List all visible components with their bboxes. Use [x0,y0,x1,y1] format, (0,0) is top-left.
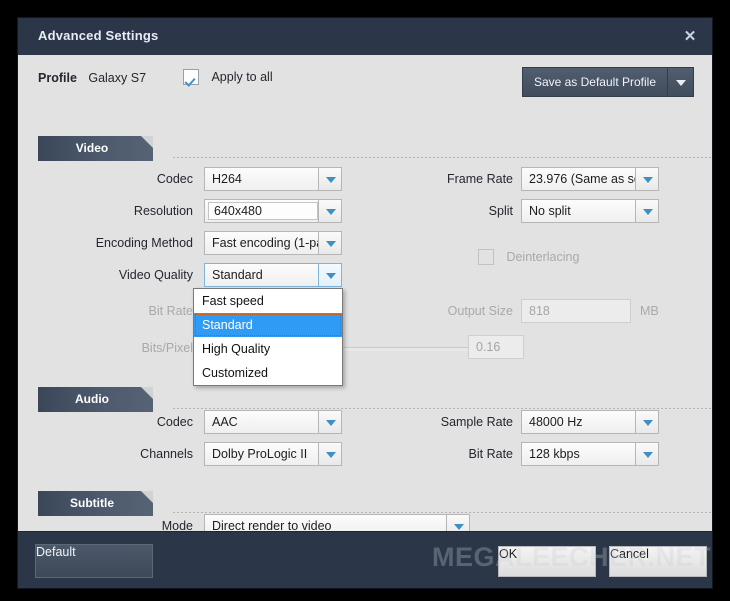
section-tab-video[interactable]: Video [38,136,153,161]
video-bitrate-label: Bit Rate [148,304,193,318]
video-resolution-label: Resolution [133,204,193,218]
screen: Advanced Settings ✕ Profile Galaxy S7 Ap… [0,0,730,601]
dropdown-option[interactable]: Fast speed [194,289,342,313]
output-size-field[interactable]: 818 [521,299,631,323]
chevron-down-icon[interactable] [318,442,342,466]
video-quality-combo[interactable]: Standard [204,263,342,287]
default-button[interactable]: Default [35,544,153,578]
section-tab-video-label: Video [75,141,109,155]
chevron-down-icon[interactable] [635,167,659,191]
dropdown-option[interactable]: High Quality [194,337,342,361]
apply-to-all-label: Apply to all [211,69,273,84]
save-default-profile-group: Save as Default Profile [521,67,694,97]
bits-pixel-field[interactable]: 0.16 [468,335,524,359]
section-tab-audio[interactable]: Audio [38,387,153,412]
split-combo[interactable]: No split [521,199,659,223]
section-subtitle: Subtitle [38,491,712,516]
audio-sample-rate-combo[interactable]: 48000 Hz [521,410,659,434]
dialog-footer: Default OK Cancel [18,531,712,588]
close-icon[interactable]: ✕ [676,24,704,50]
video-encoding-method-label: Encoding Method [95,236,193,250]
split-value: No split [521,199,635,223]
section-divider [173,408,712,409]
chevron-down-icon[interactable] [318,410,342,434]
section-tab-subtitle[interactable]: Subtitle [38,491,153,516]
audio-codec-combo[interactable]: AAC [204,410,342,434]
video-quality-dropdown-list[interactable]: Fast speed Standard High Quality Customi… [193,288,343,386]
section-divider [173,157,712,158]
audio-sample-rate-value: 48000 Hz [521,410,635,434]
save-default-profile-button[interactable]: Save as Default Profile [521,67,668,97]
video-encoding-method-combo[interactable]: Fast encoding (1-pass) [204,231,342,255]
section-video: Video [38,136,712,161]
audio-channels-label: Channels [140,447,193,461]
chevron-down-icon[interactable] [318,231,342,255]
profile-row: Profile Galaxy S7 [38,69,146,95]
audio-channels-value: Dolby ProLogic II [204,442,318,466]
audio-codec-label: Codec [156,415,193,429]
tab-fold-icon [141,491,153,503]
profile-value: Galaxy S7 [88,70,147,85]
deinterlacing-checkbox[interactable]: Deinterlacing [478,248,579,266]
chevron-down-icon[interactable] [318,167,342,191]
video-codec-value: H264 [204,167,318,191]
cancel-button[interactable]: Cancel [609,546,707,577]
window-title: Advanced Settings [38,28,159,43]
chevron-down-icon[interactable] [318,263,342,287]
ok-button[interactable]: OK [498,546,596,577]
audio-bitrate-label: Bit Rate [468,447,513,461]
frame-rate-combo[interactable]: 23.976 (Same as source) [521,167,659,191]
audio-codec-value: AAC [204,410,318,434]
dialog-body: Profile Galaxy S7 Apply to all Save as D… [18,55,712,551]
tab-fold-icon [141,387,153,399]
video-resolution-input[interactable]: 640x480 [208,202,318,220]
audio-channels-combo[interactable]: Dolby ProLogic II [204,442,342,466]
frame-rate-label: Frame Rate [447,172,513,186]
chevron-down-icon[interactable] [635,410,659,434]
deinterlacing-label: Deinterlacing [506,249,580,264]
advanced-settings-dialog: Advanced Settings ✕ Profile Galaxy S7 Ap… [18,18,712,588]
section-tab-audio-label: Audio [75,392,109,406]
apply-to-all-checkbox[interactable]: Apply to all [183,68,273,92]
chevron-down-icon[interactable] [318,199,342,223]
output-size-unit: MB [640,304,659,318]
profile-label: Profile [38,70,77,85]
split-label: Split [488,204,513,218]
video-encoding-method-value: Fast encoding (1-pass) [204,231,318,255]
dropdown-option[interactable]: Customized [194,361,342,385]
video-resolution-combo[interactable]: 640x480 [204,199,342,223]
video-quality-value: Standard [204,263,318,287]
chevron-down-icon[interactable] [635,442,659,466]
section-divider [173,512,712,513]
section-audio: Audio [38,387,712,412]
chevron-down-icon[interactable] [668,67,694,97]
output-size-label: Output Size [447,304,513,318]
checkbox-icon [478,248,494,265]
video-bitspixel-label: Bits/Pixel [141,341,193,355]
audio-bitrate-value: 128 kbps [521,442,635,466]
video-codec-combo[interactable]: H264 [204,167,342,191]
checkmark-icon [183,68,199,85]
section-tab-subtitle-label: Subtitle [70,496,114,510]
frame-rate-value: 23.976 (Same as source) [521,167,635,191]
title-bar: Advanced Settings ✕ [18,18,712,55]
tab-fold-icon [141,136,153,148]
audio-bitrate-combo[interactable]: 128 kbps [521,442,659,466]
chevron-down-icon[interactable] [635,199,659,223]
dropdown-option-selected[interactable]: Standard [194,313,342,337]
video-codec-label: Codec [156,172,193,186]
video-quality-label: Video Quality [118,268,193,282]
audio-sample-rate-label: Sample Rate [440,415,513,429]
